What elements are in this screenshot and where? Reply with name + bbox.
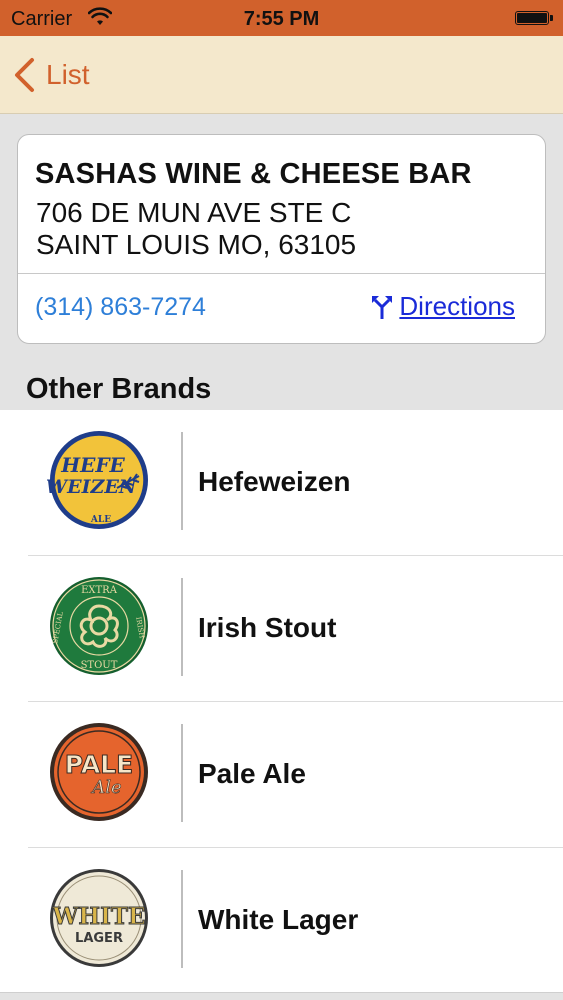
row-divider — [181, 578, 183, 676]
card-divider — [18, 273, 545, 274]
brand-list: HEFE WEIZEN ALE Hefeweizen EXTRA STOUT S… — [0, 410, 563, 1000]
hefeweizen-logo-line3: ALE — [90, 515, 111, 525]
clock: 7:55 PM — [243, 8, 320, 30]
list-item-white-lager[interactable]: WHITE LAGER White Lager — [0, 848, 563, 994]
row-divider — [181, 870, 183, 968]
status-bar: Carrier 7:55 PM — [0, 0, 563, 36]
battery-icon — [515, 11, 553, 27]
navigation-bar: List — [0, 36, 563, 114]
white-lager-logo-icon: WHITE LAGER — [50, 869, 148, 967]
directions-label: Directions — [399, 291, 515, 321]
white-lager-logo-line1: WHITE — [52, 903, 146, 930]
back-label: List — [46, 59, 90, 90]
pale-ale-logo-line2: Ale — [90, 777, 121, 798]
irish-stout-logo-icon: EXTRA STOUT SPECIAL IRISH — [50, 577, 148, 675]
store-name: SASHAS WINE & CHEESE BAR — [35, 158, 472, 190]
hefeweizen-logo-line1: HEFE — [60, 453, 125, 477]
back-button[interactable]: List — [12, 56, 90, 94]
row-divider — [181, 724, 183, 822]
pale-ale-logo-icon: PALE Ale — [50, 723, 148, 821]
directions-icon — [372, 295, 393, 319]
phone-link[interactable]: (314) 863-7274 — [35, 293, 206, 322]
list-item-pale-ale[interactable]: PALE Ale Pale Ale — [0, 702, 563, 848]
irish-stout-logo-bottom: STOUT — [81, 660, 118, 671]
irish-stout-logo-top: EXTRA — [81, 585, 118, 596]
section-header-other-brands: Other Brands — [26, 373, 212, 405]
chevron-left-icon — [15, 58, 34, 92]
store-address-line2: SAINT LOUIS MO, 63105 — [36, 229, 357, 260]
list-item-hefeweizen[interactable]: HEFE WEIZEN ALE Hefeweizen — [0, 410, 563, 556]
brand-name: Hefeweizen — [198, 466, 351, 497]
hefeweizen-logo-icon: HEFE WEIZEN ALE — [47, 431, 148, 529]
brand-name: Irish Stout — [198, 612, 337, 643]
directions-link[interactable]: Directions — [371, 291, 515, 322]
row-divider — [181, 432, 183, 530]
store-address-line1: 706 DE MUN AVE STE C — [36, 197, 352, 228]
store-card: SASHAS WINE & CHEESE BAR 706 DE MUN AVE … — [17, 134, 546, 344]
list-item-irish-stout[interactable]: EXTRA STOUT SPECIAL IRISH Irish Stout — [0, 556, 563, 702]
brand-name: White Lager — [198, 904, 359, 935]
white-lager-logo-line2: LAGER — [75, 931, 123, 946]
bottom-edge — [0, 992, 563, 1000]
brand-name: Pale Ale — [198, 758, 306, 789]
pale-ale-logo-line1: PALE — [65, 750, 133, 779]
